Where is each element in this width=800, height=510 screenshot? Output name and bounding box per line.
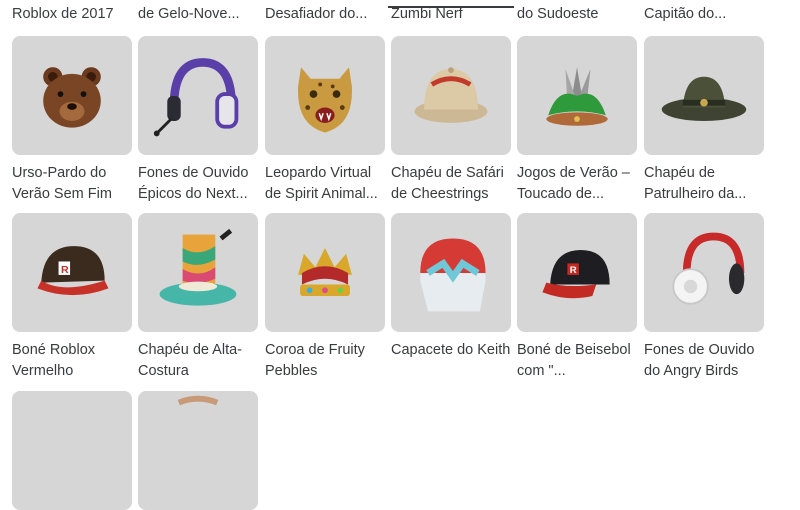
item-thumbnail[interactable] — [644, 213, 764, 332]
item-name[interactable]: Fones de Ouvido do Angry Birds — [644, 340, 768, 382]
leopard-head-icon — [298, 66, 352, 132]
item-name[interactable]: Roblox de 2017 — [12, 4, 114, 24]
item-thumbnail[interactable] — [138, 213, 258, 332]
item-name[interactable]: Coroa de Fruity Pebbles — [265, 340, 389, 382]
ranger-hat-icon — [661, 76, 747, 121]
crown-icon — [298, 247, 352, 296]
baseball-cap-icon: R — [542, 249, 610, 298]
catalog-item-card[interactable] — [138, 391, 258, 510]
catalog-item-card[interactable]: Jogos de Verão – Toucado de... — [517, 36, 637, 205]
headphones-purple-icon — [153, 57, 239, 136]
item-thumbnail[interactable]: R — [517, 213, 637, 332]
item-name[interactable]: Fones de Ouvido Épicos do Next... — [138, 163, 262, 205]
catalog-item-card[interactable]: Chapéu de Safári de Cheestrings — [391, 36, 511, 205]
svg-text:R: R — [61, 264, 69, 276]
catalog-item-card[interactable]: Chapéu de Alta-Costura — [138, 213, 258, 382]
roblox-cap-icon: R — [37, 245, 109, 295]
item-thumbnail[interactable] — [391, 36, 511, 155]
catalog-item-card[interactable] — [12, 391, 132, 510]
item-thumbnail[interactable] — [12, 391, 132, 510]
item-name[interactable]: de Gelo-Nove... — [138, 4, 240, 24]
item-thumbnail[interactable] — [517, 36, 637, 155]
item-name[interactable]: Capitão do... — [644, 4, 726, 24]
item-name[interactable]: Capacete do Keith — [391, 340, 515, 361]
catalog-item-card[interactable]: Coroa de Fruity Pebbles — [265, 213, 385, 382]
feather-headdress-icon — [546, 66, 608, 126]
item-name[interactable]: do Sudoeste — [517, 4, 598, 24]
item-name[interactable]: Leopardo Virtual de Spirit Animal... — [265, 163, 389, 205]
catalog-item-card[interactable]: R Boné Roblox Vermelho — [12, 213, 132, 382]
item-name[interactable]: Zumbi Nerf — [391, 4, 463, 24]
item-thumbnail[interactable] — [12, 36, 132, 155]
catalog-item-card[interactable]: Capacete do Keith — [391, 213, 511, 361]
catalog-item-card[interactable]: Chapéu de Patrulheiro da... — [644, 36, 764, 205]
item-name[interactable]: Chapéu de Patrulheiro da... — [644, 163, 768, 205]
item-name[interactable]: Jogos de Verão – Toucado de... — [517, 163, 641, 205]
item-thumbnail[interactable] — [644, 36, 764, 155]
catalog-item-card[interactable]: Leopardo Virtual de Spirit Animal... — [265, 36, 385, 205]
item-name[interactable]: Boné Roblox Vermelho — [12, 340, 136, 382]
item-name[interactable]: Urso-Pardo do Verão Sem Fim — [12, 163, 136, 205]
item-thumbnail[interactable] — [265, 36, 385, 155]
item-thumbnail[interactable]: R — [12, 213, 132, 332]
item-name[interactable]: Boné de Beisebol com "... — [517, 340, 641, 382]
item-thumbnail[interactable] — [138, 391, 258, 510]
bear-head-icon — [43, 66, 101, 128]
item-thumbnail[interactable] — [138, 36, 258, 155]
item-name[interactable]: Desafiador do... — [265, 4, 367, 24]
headphones-white-icon — [672, 232, 745, 305]
item-preview-icon — [177, 395, 219, 406]
previous-row-names: Roblox de 2017 de Gelo-Nove... Desafiado… — [0, 0, 800, 30]
item-thumbnail[interactable] — [265, 213, 385, 332]
catalog-item-card[interactable]: Fones de Ouvido do Angry Birds — [644, 213, 764, 382]
item-name[interactable]: Chapéu de Safári de Cheestrings — [391, 163, 515, 205]
svg-text:R: R — [570, 265, 577, 276]
item-thumbnail[interactable] — [391, 213, 511, 332]
catalog-item-card[interactable]: Urso-Pardo do Verão Sem Fim — [12, 36, 132, 205]
helmet-icon — [420, 237, 486, 311]
safari-hat-icon — [414, 66, 488, 123]
couture-hat-icon — [159, 228, 237, 306]
item-name[interactable]: Chapéu de Alta-Costura — [138, 340, 262, 382]
catalog-item-card[interactable]: R Boné de Beisebol com "... — [517, 213, 637, 382]
catalog-item-card[interactable]: Fones de Ouvido Épicos do Next... — [138, 36, 258, 205]
